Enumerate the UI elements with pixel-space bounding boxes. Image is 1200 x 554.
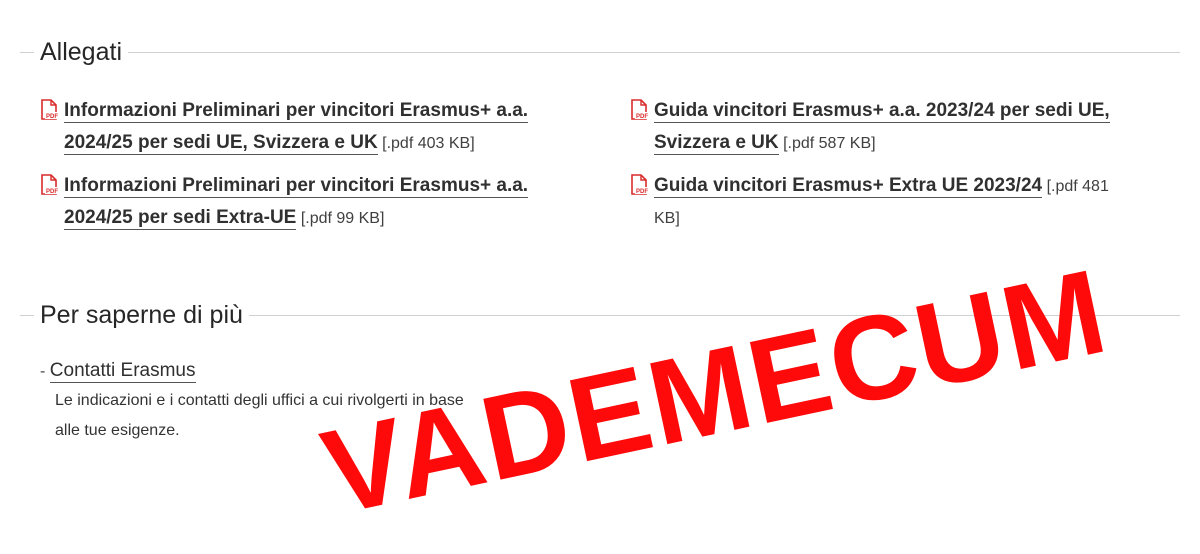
pdf-icon: PDF bbox=[41, 174, 59, 195]
vademecum-stamp: VADEMECUM bbox=[311, 243, 1119, 541]
file-meta: [.pdf 403 KB] bbox=[382, 135, 475, 152]
section-title: Allegati bbox=[34, 37, 128, 67]
attachment-link[interactable]: Svizzera e UK bbox=[654, 132, 779, 155]
file-meta: [.pdf 587 KB] bbox=[783, 135, 876, 152]
attachment-item[interactable]: PDF Informazioni Preliminari per vincito… bbox=[38, 95, 598, 160]
section-title: Per saperne di più bbox=[34, 300, 249, 330]
file-meta: KB] bbox=[654, 210, 680, 227]
file-meta: [.pdf 99 KB] bbox=[300, 210, 385, 227]
svg-text:PDF: PDF bbox=[46, 189, 58, 195]
attachment-link[interactable]: 2024/25 per sedi Extra-UE bbox=[64, 207, 297, 230]
contatti-erasmus-link[interactable]: Contatti Erasmus bbox=[49, 360, 196, 383]
file-meta: [.pdf 481 bbox=[1046, 178, 1109, 195]
pdf-icon: PDF bbox=[631, 174, 649, 195]
list-dash: - bbox=[40, 363, 46, 380]
svg-text:PDF: PDF bbox=[46, 114, 58, 120]
svg-text:PDF: PDF bbox=[636, 114, 648, 120]
description-line: alle tue esigenze. bbox=[55, 422, 180, 439]
section-divider bbox=[20, 52, 1180, 53]
attachment-link[interactable]: Guida vincitori Erasmus+ a.a. 2023/24 pe… bbox=[654, 100, 1110, 123]
attachment-item[interactable]: PDF Informazioni Preliminari per vincito… bbox=[38, 170, 598, 235]
pdf-icon: PDF bbox=[631, 99, 649, 120]
attachment-link[interactable]: Informazioni Preliminari per vincitori E… bbox=[64, 100, 529, 123]
attachment-item[interactable]: PDF Guida vincitori Erasmus+ Extra UE 20… bbox=[628, 170, 1173, 235]
attachment-item[interactable]: PDF Guida vincitori Erasmus+ a.a. 2023/2… bbox=[628, 95, 1188, 160]
allegati-section-header: Allegati bbox=[0, 37, 1180, 67]
attachment-link[interactable]: Informazioni Preliminari per vincitori E… bbox=[64, 175, 529, 198]
attachment-link[interactable]: 2024/25 per sedi UE, Svizzera e UK bbox=[64, 132, 378, 155]
attachment-link[interactable]: Guida vincitori Erasmus+ Extra UE 2023/2… bbox=[654, 175, 1043, 198]
svg-text:PDF: PDF bbox=[636, 189, 648, 195]
pdf-icon: PDF bbox=[41, 99, 59, 120]
